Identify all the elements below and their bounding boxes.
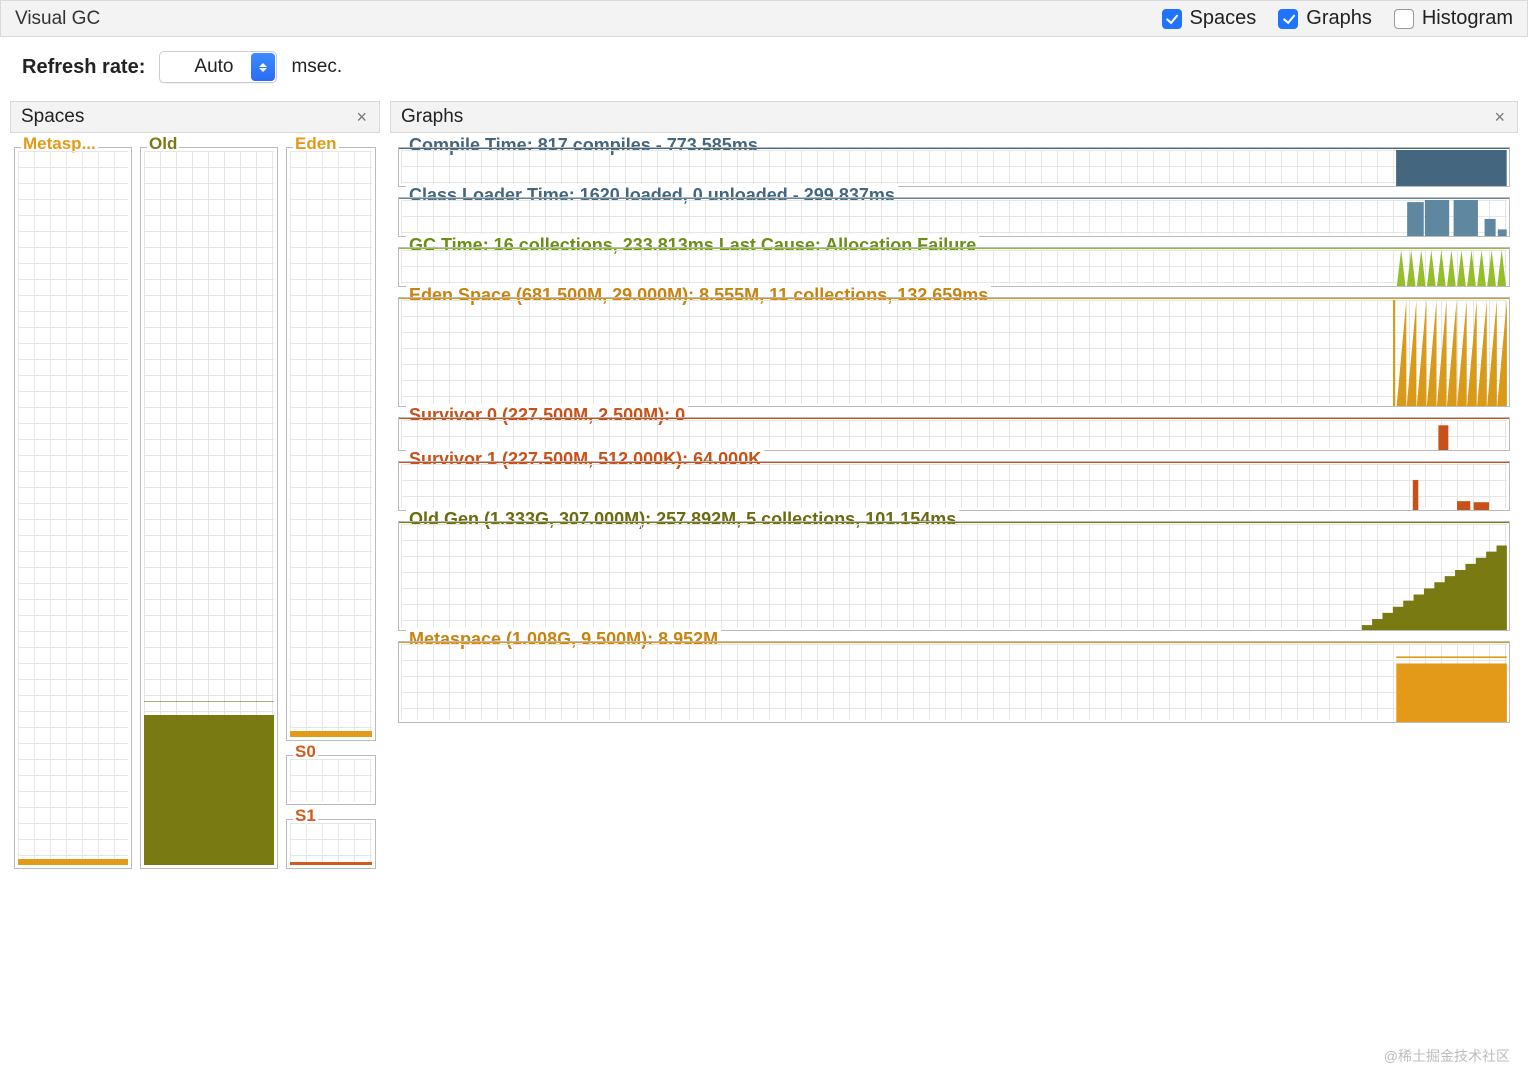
graph-box	[398, 641, 1510, 723]
graph-oldgen: Old Gen (1.333G, 307.000M): 257.892M, 5 …	[398, 521, 1510, 631]
grid-bg	[290, 759, 372, 801]
spaces-panel: Spaces × Metasp... Old Eden	[10, 101, 380, 873]
close-icon[interactable]: ×	[354, 108, 369, 126]
capacity-line	[144, 701, 274, 702]
graph-box	[398, 247, 1510, 287]
space-eden: Eden	[286, 147, 376, 741]
watermark: @稀土掘金技术社区	[1384, 1046, 1510, 1066]
graph-eden: Eden Space (681.500M, 29.000M): 8.555M, …	[398, 297, 1510, 407]
grid-bg	[290, 151, 372, 737]
checkbox-icon	[1162, 9, 1182, 29]
graph-compile: Compile Time: 817 compiles - 773.585ms	[398, 147, 1510, 187]
refresh-row: Refresh rate: Auto msec.	[0, 37, 1528, 101]
graph-s0: Survivor 0 (227.500M, 2.500M): 0	[398, 417, 1510, 451]
space-old: Old	[140, 147, 278, 869]
grid-bg	[290, 823, 372, 865]
graph-classloader: Class Loader Time: 1620 loaded, 0 unload…	[398, 197, 1510, 237]
app-title: Visual GC	[15, 8, 100, 30]
checkbox-icon	[1394, 9, 1414, 29]
graphs-title: Graphs	[401, 106, 463, 128]
graph-gctime: GC Time: 16 collections, 233.813ms Last …	[398, 247, 1510, 287]
space-s0: S0	[286, 755, 376, 805]
graph-box	[398, 417, 1510, 451]
graph-metaspace: Metaspace (1.008G, 9.500M): 8.952M	[398, 641, 1510, 723]
graphs-body: Compile Time: 817 compiles - 773.585ms Cl…	[390, 133, 1518, 731]
eden-stack: Eden S0 S1	[286, 147, 376, 869]
refresh-select[interactable]: Auto	[159, 51, 277, 83]
toggle-label: Histogram	[1422, 7, 1513, 30]
space-fill	[290, 862, 372, 865]
graph-box	[398, 521, 1510, 631]
spaces-body: Metasp... Old Eden S0	[10, 133, 380, 873]
title-bar: Visual GC Spaces Graphs Histogram	[0, 0, 1528, 37]
refresh-unit: msec.	[291, 56, 342, 78]
toggle-spaces[interactable]: Spaces	[1162, 7, 1257, 30]
toggle-label: Spaces	[1190, 7, 1257, 30]
space-fill	[144, 715, 274, 865]
stepper-icon[interactable]	[251, 53, 275, 81]
graph-box	[398, 461, 1510, 511]
checkbox-icon	[1278, 9, 1298, 29]
toggle-label: Graphs	[1306, 7, 1372, 30]
graphs-header: Graphs ×	[390, 101, 1518, 133]
spaces-title: Spaces	[21, 106, 84, 128]
toggle-histogram[interactable]: Histogram	[1394, 7, 1513, 30]
refresh-value: Auto	[160, 56, 251, 78]
graph-s1: Survivor 1 (227.500M, 512.000K): 64.000K	[398, 461, 1510, 511]
graph-box	[398, 197, 1510, 237]
view-toggles: Spaces Graphs Histogram	[1162, 7, 1513, 30]
toggle-graphs[interactable]: Graphs	[1278, 7, 1372, 30]
refresh-label: Refresh rate:	[22, 56, 145, 79]
graph-box	[398, 147, 1510, 187]
space-fill	[290, 731, 372, 737]
space-fill	[18, 859, 128, 865]
spaces-left: Metasp... Old	[14, 147, 278, 869]
graph-box	[398, 297, 1510, 407]
grid-bg	[18, 151, 128, 865]
panels: Spaces × Metasp... Old Eden	[0, 101, 1528, 873]
spaces-header: Spaces ×	[10, 101, 380, 133]
close-icon[interactable]: ×	[1492, 108, 1507, 126]
space-s1: S1	[286, 819, 376, 869]
space-metaspace: Metasp...	[14, 147, 132, 869]
graphs-panel: Graphs × Compile Time: 817 compiles - 77…	[390, 101, 1518, 873]
